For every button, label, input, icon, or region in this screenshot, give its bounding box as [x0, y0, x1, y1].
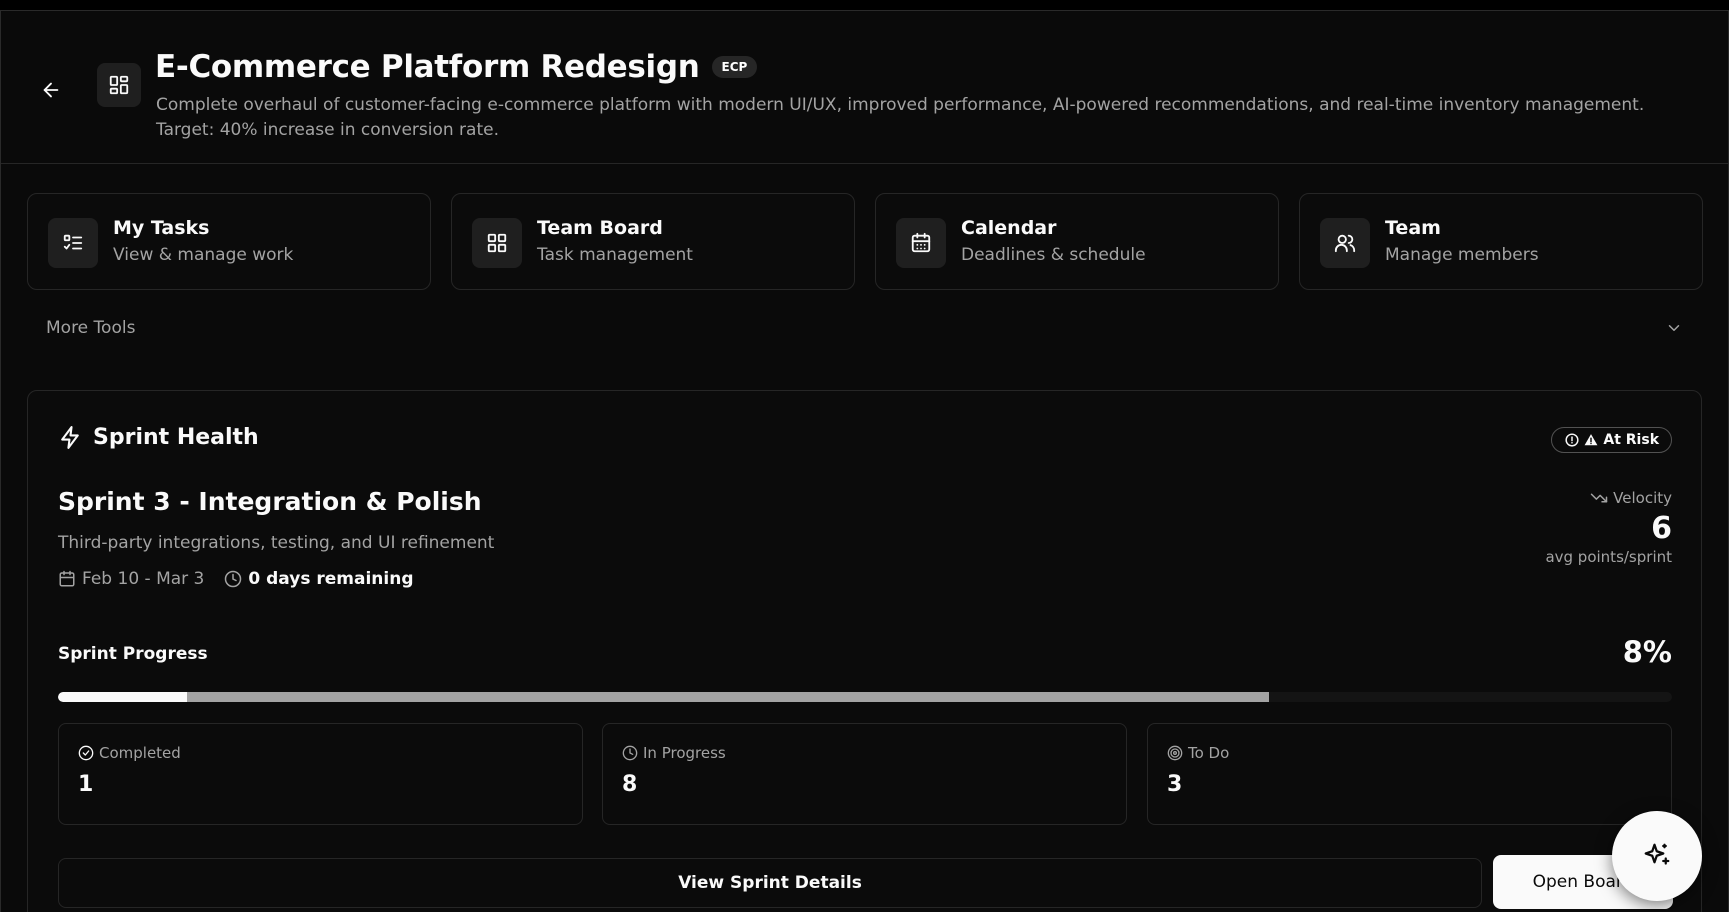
sprint-name: Sprint 3 - Integration & Polish [58, 487, 482, 516]
calendar-icon [59, 570, 75, 587]
calendar-icon [911, 232, 931, 253]
stat-value: 3 [1167, 772, 1183, 797]
tool-card-subtitle: Task management [537, 245, 693, 265]
project-overview-page: E-Commerce Platform Redesign ECP Complet… [0, 10, 1729, 912]
view-sprint-details-button[interactable]: View Sprint Details [58, 858, 1482, 908]
back-button[interactable] [39, 78, 63, 102]
stat-label: In Progress [643, 744, 726, 762]
grid-icon [487, 233, 507, 253]
alert-circle-icon [1565, 433, 1579, 447]
velocity-block: Velocity 6 avg points/sprint [1545, 489, 1672, 566]
tool-card-team[interactable]: Team Manage members [1299, 193, 1703, 290]
tool-card-title: My Tasks [113, 217, 210, 239]
sprint-progress-bar [58, 692, 1672, 702]
chevron-down-icon [1668, 325, 1680, 331]
stat-to-do: To Do 3 [1147, 723, 1672, 825]
project-icon [97, 63, 141, 107]
status-text: At Risk [1603, 432, 1659, 448]
ai-assistant-button[interactable] [1612, 811, 1702, 901]
tool-card-title: Team Board [537, 217, 663, 239]
velocity-unit: avg points/sprint [1545, 548, 1672, 566]
task-list-icon [63, 234, 83, 250]
tool-card-title: Team [1385, 217, 1441, 239]
velocity-value: 6 [1651, 511, 1672, 546]
sprint-health-card: Sprint Health At Risk Sprint 3 - Integra… [27, 390, 1702, 912]
days-remaining: 0 days remaining [248, 569, 414, 589]
tool-card-subtitle: Deadlines & schedule [961, 245, 1146, 265]
project-description: Complete overhaul of customer-facing e-c… [156, 95, 1645, 140]
velocity-label: Velocity [1613, 489, 1672, 507]
clock-icon [622, 745, 638, 761]
more-tools-toggle[interactable]: More Tools [27, 311, 1701, 345]
stat-completed: Completed 1 [58, 723, 583, 825]
stat-value: 8 [622, 772, 638, 797]
arrow-left-icon [43, 82, 59, 98]
stat-label: To Do [1188, 744, 1230, 762]
stat-label: Completed [99, 744, 181, 762]
sprint-dates: Feb 10 - Mar 3 [82, 569, 205, 589]
tool-card-my-tasks[interactable]: My Tasks View & manage work [27, 193, 431, 290]
stat-in-progress: In Progress 8 [602, 723, 1127, 825]
trending-down-icon [1590, 493, 1608, 503]
clock-icon [225, 570, 242, 588]
tool-card-subtitle: Manage members [1385, 245, 1539, 265]
project-title: E-Commerce Platform Redesign [155, 49, 700, 85]
tool-card-subtitle: View & manage work [113, 245, 294, 265]
sprint-progress-label: Sprint Progress [58, 644, 208, 664]
target-icon [1167, 745, 1183, 761]
progress-assigned-fill [58, 692, 1269, 702]
project-header: E-Commerce Platform Redesign ECP Complet… [1, 11, 1728, 164]
tool-card-team-board[interactable]: Team Board Task management [451, 193, 855, 290]
users-icon [1334, 234, 1356, 253]
sprint-description: Third-party integrations, testing, and U… [58, 533, 495, 553]
check-circle-icon [78, 745, 94, 761]
sprint-health-heading: Sprint Health [93, 425, 259, 450]
sprint-dates-row: Feb 10 - Mar 3 0 days remaining [58, 569, 414, 589]
project-code-badge: ECP [711, 56, 758, 78]
progress-completed-fill [58, 692, 188, 702]
lightning-icon [61, 426, 79, 449]
warning-triangle-icon [1584, 434, 1598, 446]
sparkles-icon [1644, 843, 1670, 865]
tool-card-title: Calendar [961, 217, 1057, 239]
sprint-progress-percent: 8% [1622, 635, 1672, 669]
layout-grid-icon [109, 75, 129, 95]
status-badge: At Risk [1551, 427, 1672, 453]
stat-value: 1 [78, 772, 94, 797]
tool-card-calendar[interactable]: Calendar Deadlines & schedule [875, 193, 1279, 290]
more-tools-label: More Tools [46, 318, 136, 338]
